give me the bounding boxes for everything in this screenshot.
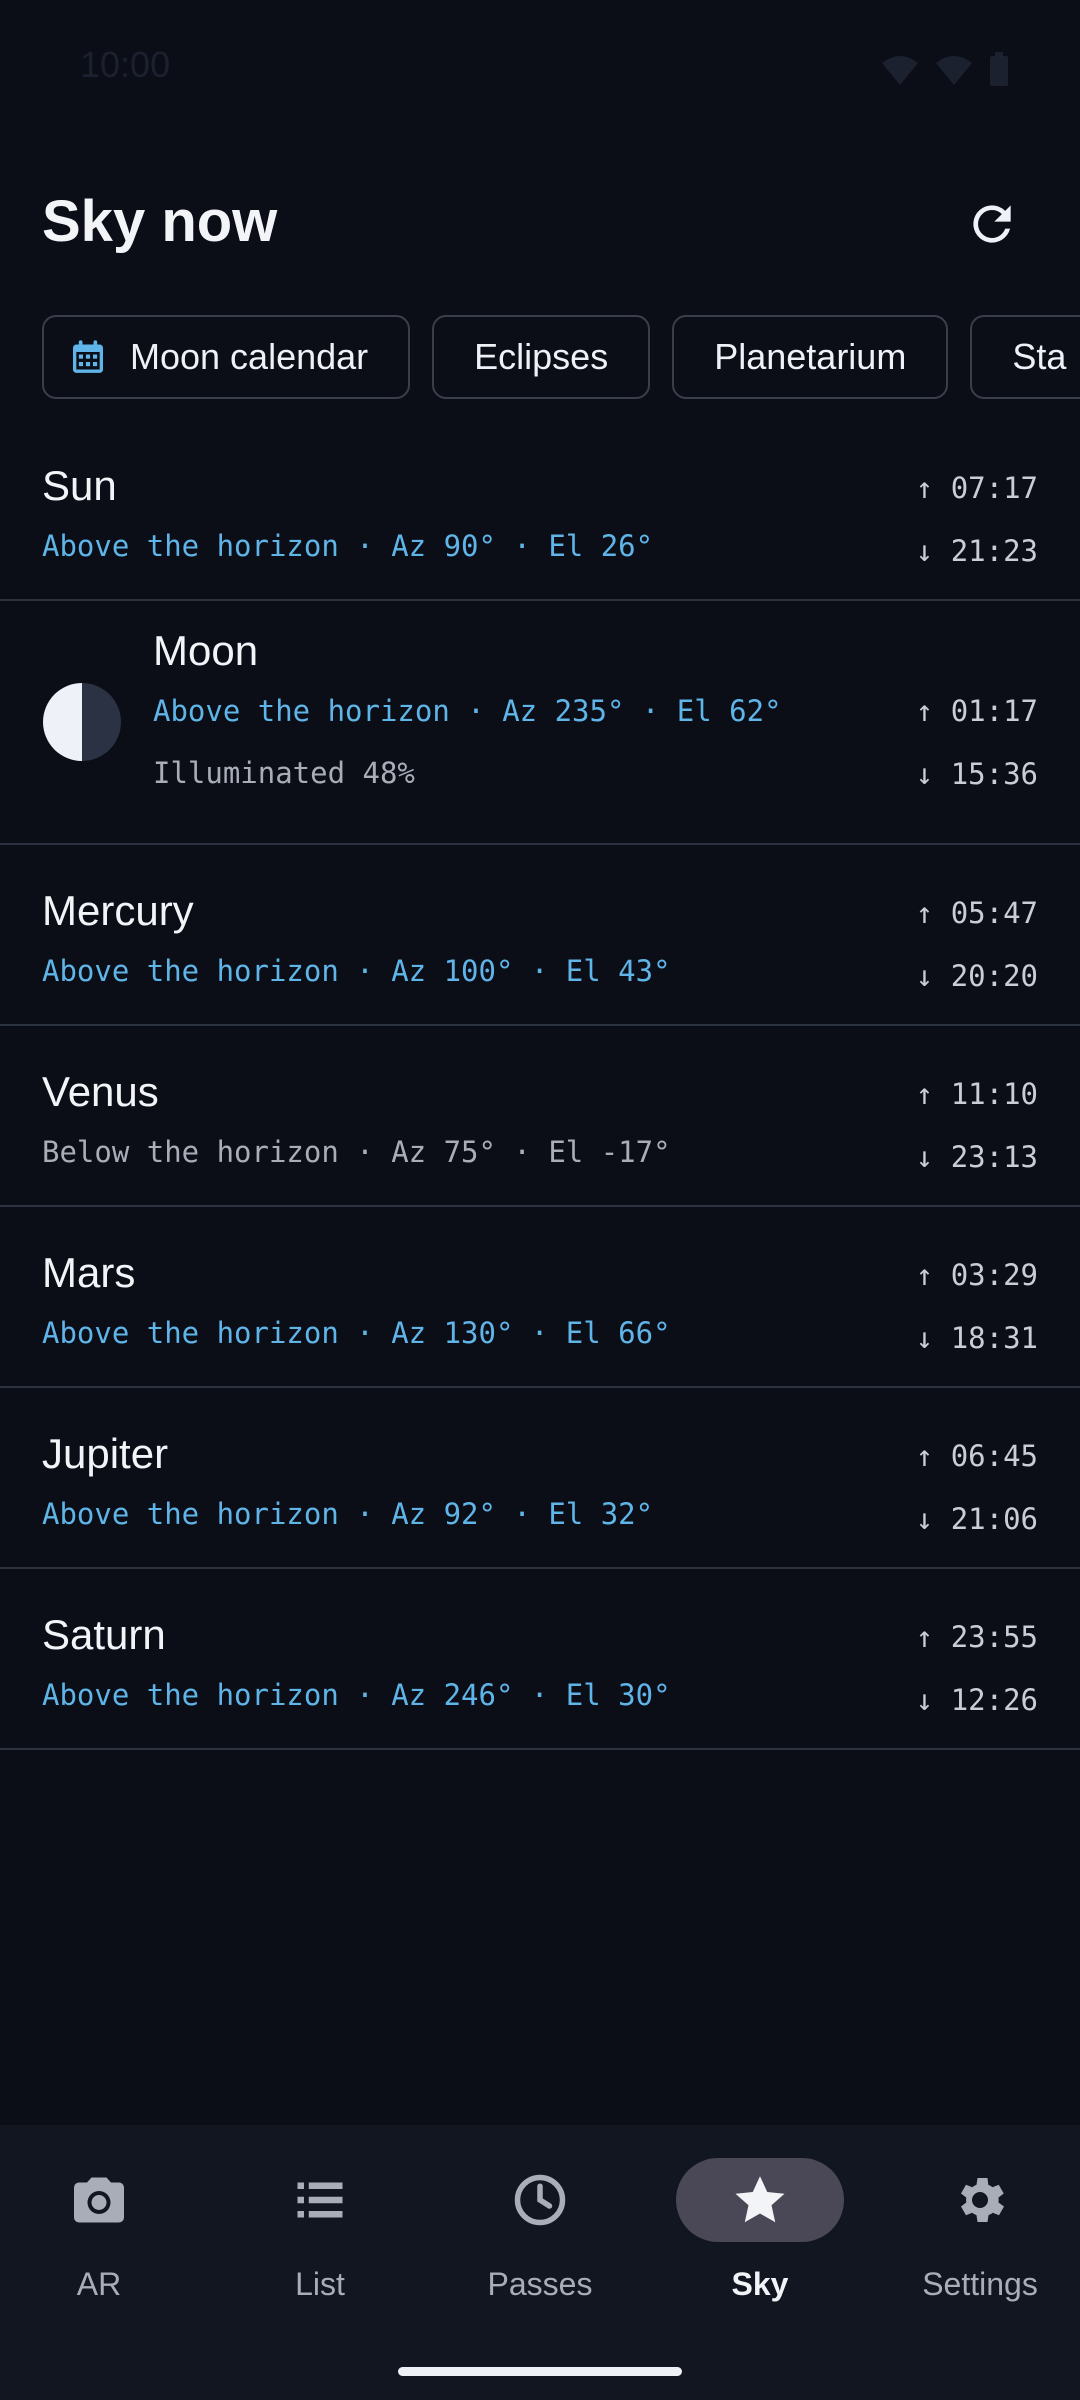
rise-set-times: ↑ 11:10 ↓ 23:13 bbox=[916, 1076, 1038, 1202]
status-time: 10:00 bbox=[80, 44, 171, 85]
object-position: Above the horizon · Az 100° · El 43° bbox=[42, 954, 671, 988]
list-item-moon[interactable]: Moon Above the horizon · Az 235° · El 62… bbox=[0, 601, 1080, 845]
chip-planetarium[interactable]: Planetarium bbox=[672, 315, 949, 399]
moon-phase-icon bbox=[43, 683, 121, 761]
nav-item-list[interactable]: List bbox=[208, 2158, 408, 2318]
object-position: Below the horizon · Az 75° · El -17° bbox=[42, 1135, 671, 1169]
list-icon bbox=[297, 2182, 343, 2218]
nav-label: Passes bbox=[487, 2266, 593, 2302]
rise-time: ↑ 06:45 bbox=[915, 1439, 1038, 1473]
bottom-navigation: AR List Passes Sky Settings bbox=[0, 2125, 1080, 2400]
clock-icon bbox=[514, 2174, 566, 2226]
signal-icon bbox=[936, 56, 972, 85]
set-time: ↓ 20:20 bbox=[915, 959, 1038, 993]
object-name: Mars bbox=[42, 1249, 136, 1296]
rise-set-times: ↑ 03:29 ↓ 18:31 bbox=[916, 1257, 1038, 1383]
rise-set-times: ↑ 01:17 ↓ 15:36 bbox=[916, 693, 1038, 819]
chip-stars[interactable]: Sta bbox=[970, 315, 1080, 399]
wifi-icon bbox=[882, 56, 918, 85]
camera-icon bbox=[74, 2177, 124, 2223]
gear-icon bbox=[961, 2178, 1004, 2222]
chip-eclipses[interactable]: Eclipses bbox=[432, 315, 651, 399]
chip-label: Sta bbox=[1012, 336, 1067, 377]
status-icons bbox=[880, 52, 1010, 88]
nav-label: AR bbox=[76, 2266, 122, 2302]
object-name: Venus bbox=[42, 1068, 159, 1115]
rise-time: ↑ 03:29 bbox=[915, 1258, 1038, 1292]
object-position: Above the horizon · Az 90° · El 26° bbox=[42, 529, 654, 563]
status-bar: 10:00 bbox=[0, 0, 1080, 130]
nav-label: Settings bbox=[922, 2266, 1038, 2302]
refresh-icon bbox=[973, 205, 1011, 243]
set-time: ↓ 15:36 bbox=[915, 757, 1038, 791]
set-time: ↓ 21:06 bbox=[915, 1502, 1038, 1536]
sky-object-list: Sun Above the horizon · Az 90° · El 26° … bbox=[0, 420, 1080, 1750]
chip-moon-calendar[interactable]: Moon calendar bbox=[42, 315, 411, 399]
nav-item-sky[interactable]: Sky bbox=[648, 2158, 848, 2318]
list-item-venus[interactable]: Venus Below the horizon · Az 75° · El -1… bbox=[0, 1026, 1080, 1207]
nav-label: List bbox=[295, 2266, 345, 2302]
rise-set-times: ↑ 23:55 ↓ 12:26 bbox=[916, 1619, 1038, 1745]
object-position: Above the horizon · Az 92° · El 32° bbox=[42, 1497, 654, 1531]
page-title: Sky now bbox=[42, 189, 278, 254]
object-name: Jupiter bbox=[42, 1430, 169, 1477]
list-item-mars[interactable]: Mars Above the horizon · Az 130° · El 66… bbox=[0, 1207, 1080, 1388]
rise-set-times: ↑ 06:45 ↓ 21:06 bbox=[916, 1438, 1038, 1564]
calendar-icon bbox=[73, 340, 103, 373]
set-time: ↓ 21:23 bbox=[915, 534, 1038, 568]
rise-set-times: ↑ 07:17 ↓ 21:23 bbox=[916, 470, 1038, 596]
chip-label: Planetarium bbox=[714, 336, 907, 377]
rise-time: ↑ 05:47 bbox=[915, 896, 1038, 930]
header: Sky now bbox=[0, 160, 1080, 280]
moon-illumination: Illuminated 48% bbox=[153, 756, 415, 790]
rise-time: ↑ 07:17 bbox=[915, 471, 1038, 505]
rise-time: ↑ 11:10 bbox=[915, 1077, 1038, 1111]
object-name: Sun bbox=[42, 462, 117, 509]
refresh-button[interactable] bbox=[956, 188, 1028, 260]
rise-set-times: ↑ 05:47 ↓ 20:20 bbox=[916, 895, 1038, 1021]
object-name: Moon bbox=[153, 627, 259, 674]
rise-time: ↑ 01:17 bbox=[915, 694, 1038, 728]
battery-icon bbox=[990, 52, 1008, 86]
chip-label: Eclipses bbox=[474, 336, 609, 377]
home-indicator[interactable] bbox=[398, 2367, 682, 2376]
object-position: Above the horizon · Az 246° · El 30° bbox=[42, 1678, 671, 1712]
nav-item-settings[interactable]: Settings bbox=[868, 2158, 1068, 2318]
set-time: ↓ 18:31 bbox=[915, 1321, 1038, 1355]
list-item-mercury[interactable]: Mercury Above the horizon · Az 100° · El… bbox=[0, 845, 1080, 1026]
star-icon bbox=[735, 2176, 785, 2223]
set-time: ↓ 12:26 bbox=[915, 1683, 1038, 1717]
object-name: Saturn bbox=[42, 1611, 166, 1658]
list-item-sun[interactable]: Sun Above the horizon · Az 90° · El 26° … bbox=[0, 420, 1080, 601]
shortcut-chips: Moon calendar Eclipses Planetarium Sta bbox=[42, 315, 1080, 400]
nav-item-passes[interactable]: Passes bbox=[428, 2158, 628, 2318]
object-position: Above the horizon · Az 130° · El 66° bbox=[42, 1316, 671, 1350]
list-item-saturn[interactable]: Saturn Above the horizon · Az 246° · El … bbox=[0, 1569, 1080, 1750]
object-name: Mercury bbox=[42, 887, 194, 934]
nav-item-ar[interactable]: AR bbox=[0, 2158, 187, 2318]
object-position: Above the horizon · Az 235° · El 62° bbox=[153, 694, 782, 728]
list-item-jupiter[interactable]: Jupiter Above the horizon · Az 92° · El … bbox=[0, 1388, 1080, 1569]
rise-time: ↑ 23:55 bbox=[915, 1620, 1038, 1654]
nav-label: Sky bbox=[731, 2266, 789, 2302]
chip-label: Moon calendar bbox=[130, 336, 369, 377]
set-time: ↓ 23:13 bbox=[915, 1140, 1038, 1174]
